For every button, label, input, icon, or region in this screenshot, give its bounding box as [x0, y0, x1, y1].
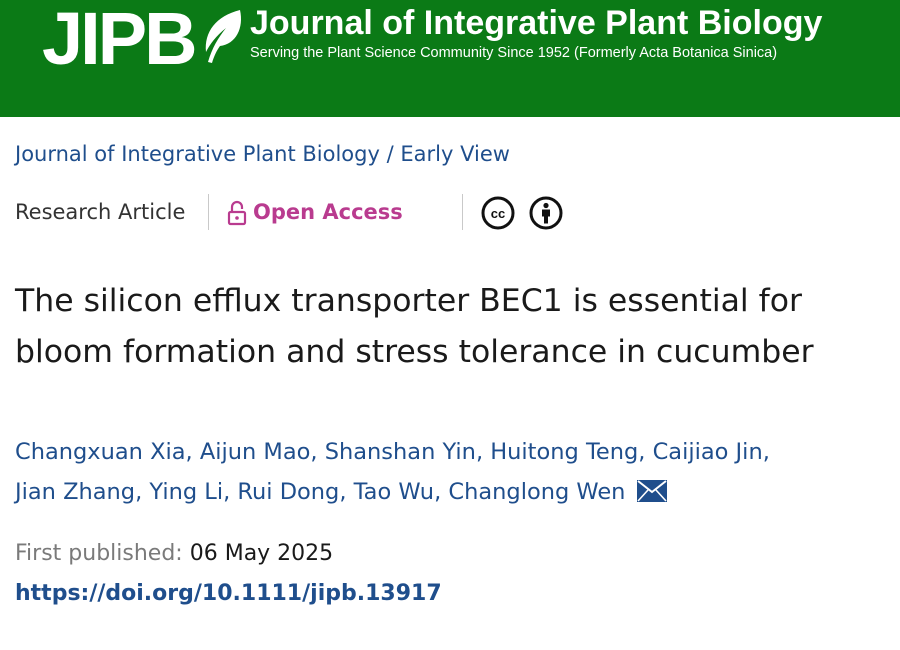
journal-title[interactable]: Journal of Integrative Plant Biology [250, 0, 822, 46]
lock-open-icon [227, 200, 247, 226]
doi-link[interactable]: https://doi.org/10.1111/jipb.13917 [15, 581, 442, 606]
article-title: The silicon efflux transporter BEC1 is e… [15, 283, 814, 370]
author-link[interactable]: Aijun Mao [200, 439, 311, 465]
cc-icon[interactable]: cc [481, 196, 515, 230]
breadcrumb-section-link[interactable]: Early View [400, 142, 510, 166]
svg-text:cc: cc [491, 206, 505, 221]
breadcrumb: Journal of Integrative Plant Biology / E… [15, 142, 510, 166]
breadcrumb-separator: / [386, 142, 394, 166]
breadcrumb-journal-link[interactable]: Journal of Integrative Plant Biology [15, 142, 380, 166]
author-link[interactable]: Caijiao Jin [653, 439, 763, 465]
first-published-label: First published: [15, 541, 183, 566]
article-meta-row: Research Article Open Access cc [15, 194, 885, 234]
first-published-date: 06 May 2025 [189, 541, 334, 566]
journal-subtitle: Serving the Plant Science Community Sinc… [250, 45, 778, 61]
article-type: Research Article [15, 200, 186, 224]
leaf-icon [205, 10, 242, 63]
author-link[interactable]: Tao Wu [354, 479, 434, 505]
by-attribution-icon[interactable] [529, 196, 563, 230]
open-access-label[interactable]: Open Access [253, 200, 403, 224]
journal-logo[interactable]: JIPB [42, 0, 198, 78]
author-link[interactable]: Huitong Teng [490, 439, 638, 465]
author-link[interactable]: Changxuan Xia [15, 439, 186, 465]
author-link[interactable]: Shanshan Yin [325, 439, 476, 465]
meta-divider [462, 194, 463, 230]
meta-divider [208, 194, 209, 230]
journal-banner[interactable]: JIPB Journal of Integrative Plant Biolog… [0, 0, 900, 117]
author-list: Changxuan Xia, Aijun Mao, Shanshan Yin, … [15, 439, 770, 505]
author-link[interactable]: Changlong Wen [448, 479, 625, 505]
first-published: First published: 06 May 2025 [15, 541, 333, 566]
author-link[interactable]: Rui Dong [237, 479, 339, 505]
author-link[interactable]: Ying Li [149, 479, 223, 505]
author-link[interactable]: Jian Zhang [15, 479, 135, 505]
envelope-icon[interactable] [636, 480, 667, 502]
